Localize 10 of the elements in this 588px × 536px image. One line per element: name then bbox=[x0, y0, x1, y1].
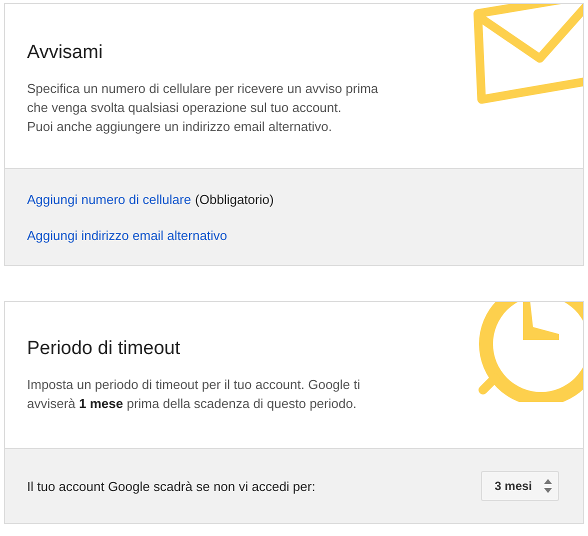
section-title: Avvisami bbox=[27, 41, 104, 65]
setting-label: Il tuo account Google scadrà se non vi accedi per: bbox=[27, 478, 316, 494]
section-description: Imposta un periodo di timeout per il tuo account. Google ti avviserà 1 mese prima della scadenza di questo periodo. bbox=[27, 376, 362, 413]
duration-select[interactable]: 3 mesi bbox=[480, 471, 559, 501]
section-description: Specifica un numero di cellulare per ricevere un avviso prima che venga svolta qualsiasi operazione sul tuo account. Puoi anche aggiungere un indirizzo email alternativo. bbox=[27, 80, 380, 136]
add-link[interactable]: Aggiungi indirizzo email alternativo bbox=[27, 228, 228, 243]
up-down-arrows-icon bbox=[544, 479, 552, 493]
section-title: Periodo di timeout bbox=[27, 337, 182, 361]
required-note: (Obbligatorio) bbox=[195, 192, 274, 207]
add-link[interactable]: Aggiungi numero di cellulare bbox=[27, 192, 192, 207]
